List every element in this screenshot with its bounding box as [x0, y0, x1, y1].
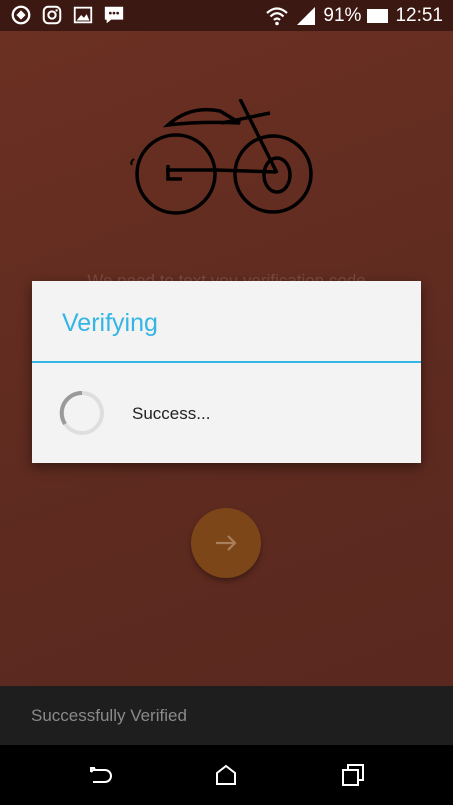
notification-icons [10, 4, 125, 26]
recents-icon[interactable] [340, 762, 366, 788]
wifi-icon [266, 6, 289, 25]
back-icon[interactable] [88, 762, 114, 788]
snackbar: Successfully Verified [0, 686, 453, 745]
clock: 12:51 [395, 5, 443, 26]
snackbar-message: Successfully Verified [31, 706, 187, 725]
image-icon [73, 6, 93, 24]
navigation-bar [0, 745, 453, 805]
instagram-icon [42, 5, 62, 25]
home-icon[interactable] [213, 762, 239, 788]
battery-icon [367, 8, 389, 23]
message-icon [104, 6, 124, 24]
status-bar: 91% 12:51 [0, 0, 453, 31]
dialog-title: Verifying [62, 309, 158, 337]
progress-spinner-icon [59, 390, 104, 435]
battery-percent: 91% [323, 5, 362, 26]
sync-icon [11, 5, 31, 25]
dialog-divider [32, 361, 421, 363]
status-indicators: 91% 12:51 [265, 0, 443, 31]
verifying-dialog: Verifying Success... [32, 281, 421, 463]
arrow-right-icon [216, 535, 237, 551]
next-button[interactable] [191, 508, 261, 578]
dialog-message: Success... [132, 404, 211, 423]
bike-logo-icon [130, 99, 313, 215]
signal-icon [297, 6, 316, 25]
